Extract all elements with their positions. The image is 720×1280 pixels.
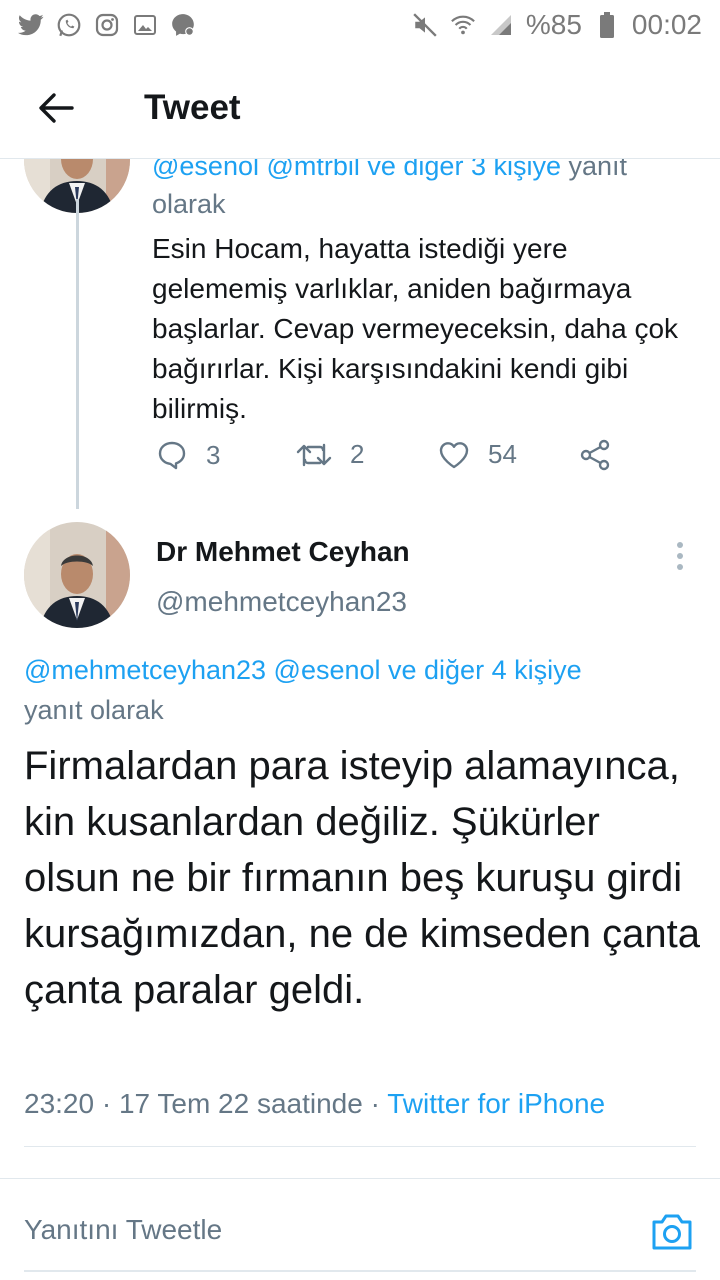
reply-count: 3 — [206, 439, 221, 470]
previous-tweet-reply-handles[interactable]: @esenol @mtrbil ve diğer 3 kişiye — [152, 159, 561, 181]
back-button[interactable] — [28, 80, 84, 136]
more-dot — [677, 542, 683, 548]
page-title: Tweet — [144, 88, 241, 127]
tweet-source-link[interactable]: Twitter for iPhone — [387, 1088, 605, 1119]
share-icon — [580, 439, 610, 471]
more-dot — [677, 564, 683, 570]
divider — [0, 1178, 720, 1179]
camera-button[interactable] — [650, 1210, 694, 1252]
retweet-action[interactable]: 2 — [296, 439, 364, 470]
previous-tweet-reply-context: @esenol @mtrbil ve diğer 3 kişiye yanıt … — [152, 159, 692, 223]
like-count: 54 — [488, 439, 517, 469]
camera-icon — [652, 1214, 692, 1250]
more-options-button[interactable] — [668, 538, 692, 574]
twitter-icon — [18, 12, 44, 38]
heart-icon — [439, 441, 469, 468]
reply-icon — [158, 441, 186, 470]
retweet-icon — [296, 443, 332, 466]
retweet-count: 2 — [350, 439, 365, 469]
like-action[interactable]: 54 — [438, 439, 517, 470]
signal-icon — [488, 12, 514, 38]
previous-tweet-actions: 3 2 54 — [156, 439, 616, 479]
status-bar-system: %85 00:02 — [412, 9, 702, 41]
tweet-text: Firmalardan para isteyip alamayınca, kin… — [24, 744, 700, 1012]
mute-icon — [412, 12, 438, 38]
previous-tweet[interactable]: @esenol @mtrbil ve diğer 3 kişiye yanıt … — [0, 159, 720, 509]
app-bar: Tweet — [0, 62, 720, 154]
author-avatar[interactable] — [24, 522, 130, 628]
author-handle[interactable]: @mehmetceyhan23 — [156, 586, 407, 618]
gallery-icon — [132, 12, 158, 38]
clock: 00:02 — [631, 9, 702, 40]
instagram-icon — [94, 12, 120, 38]
tweet-timestamp: 23:20 · 17 Tem 22 saatinde · — [24, 1088, 388, 1119]
battery-percent: %85 — [525, 9, 582, 40]
author-name[interactable]: Dr Mehmet Ceyhan — [156, 536, 410, 568]
tweet-meta: 23:20 · 17 Tem 22 saatinde · Twitter for… — [24, 1088, 605, 1120]
battery-icon — [594, 12, 620, 38]
back-arrow-icon — [39, 93, 74, 123]
status-bar: %85 00:02 — [0, 0, 720, 50]
more-dot — [677, 553, 683, 559]
wifi-icon — [450, 12, 476, 38]
share-action[interactable] — [580, 439, 612, 471]
reply-to-handles[interactable]: @mehmetceyhan23 @esenol ve diğer 4 kişiy… — [24, 655, 582, 685]
status-bar-notifications — [18, 12, 196, 38]
reply-context: @mehmetceyhan23 @esenol ve diğer 4 kişiy… — [24, 650, 704, 730]
thread-connector-line — [76, 199, 79, 509]
messenger-icon — [170, 12, 196, 38]
reply-compose-input[interactable]: Yanıtını Tweetle — [24, 1214, 222, 1246]
reply-action[interactable]: 3 — [156, 439, 220, 471]
divider — [24, 1146, 696, 1147]
compose-underline — [24, 1270, 696, 1272]
reply-to-suffix: yanıt olarak — [24, 695, 164, 725]
previous-tweet-text: Esin Hocam, hayatta istediği yere geleme… — [152, 233, 679, 424]
whatsapp-icon — [56, 12, 82, 38]
